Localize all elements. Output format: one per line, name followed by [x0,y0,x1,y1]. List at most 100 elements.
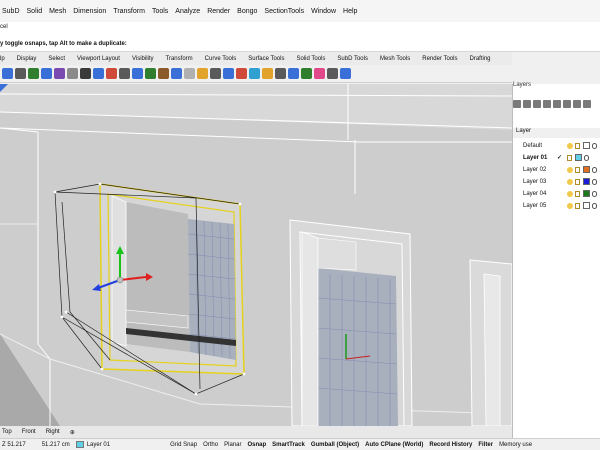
tab-mesh-tools[interactable]: Mesh Tools [380,56,410,62]
toolbar-tool-icon[interactable] [67,68,78,79]
status-toggle[interactable]: SmartTrack [272,442,305,448]
layer-color-swatch[interactable] [583,142,590,149]
new-sublayer-icon[interactable] [523,100,531,108]
layer-row[interactable]: Layer 04 [513,188,600,199]
menu-help[interactable]: Help [343,8,357,15]
layer-name[interactable]: Default [523,143,557,149]
layer-lock-icon[interactable] [575,202,580,209]
layer-name[interactable]: Layer 05 [523,203,557,209]
tab-visibility[interactable]: Visibility [132,56,154,62]
toolbar-tool-icon[interactable] [262,68,273,79]
status-toggle[interactable]: Memory use [499,442,532,448]
toolbar-tool-icon[interactable] [2,68,13,79]
toolbar-tool-icon[interactable] [340,68,351,79]
gumball-center[interactable] [116,276,124,284]
menu-tools[interactable]: Tools [152,8,168,15]
viewport-canvas[interactable] [0,84,512,426]
layer-tool-icon[interactable] [583,100,591,108]
layer-row[interactable]: Default [513,140,600,151]
toolbar-tool-icon[interactable] [41,68,52,79]
current-layer-swatch[interactable] [75,441,84,448]
menu-render[interactable]: Render [207,8,230,15]
duplicate-layer-icon[interactable] [543,100,551,108]
toolbar-tool-icon[interactable] [275,68,286,79]
layer-lock-icon[interactable] [575,142,580,149]
tab-select[interactable]: Select [48,56,65,62]
layer-name[interactable]: Layer 01 [523,155,557,161]
current-layer-name[interactable]: Layer 01 [87,442,110,448]
tab-display[interactable]: Display [17,56,37,62]
menu-analyze[interactable]: Analyze [175,8,200,15]
toolbar-tool-icon[interactable] [106,68,117,79]
toolbar-tool-icon[interactable] [288,68,299,79]
delete-layer-icon[interactable] [533,100,541,108]
status-toggle[interactable]: Gumball (Object) [311,442,359,448]
toolbar-tool-icon[interactable] [314,68,325,79]
layer-row[interactable]: Layer 01 ✓ [513,152,600,163]
toolbar-tool-icon[interactable] [301,68,312,79]
layer-row[interactable]: Layer 05 [513,200,600,211]
layer-color-swatch[interactable] [583,202,590,209]
add-viewport-icon[interactable]: ⊕ [70,429,75,436]
layer-material-icon[interactable] [584,154,589,161]
tab-lp[interactable]: lp [0,56,5,62]
toolbar-tool-icon[interactable] [28,68,39,79]
layer-row[interactable]: Layer 02 [513,164,600,175]
layer-visibility-icon[interactable] [567,142,573,149]
command-area[interactable]: cel y toggle osnaps, tap Alt to make a d… [0,22,600,52]
tab-top-view[interactable]: Top [2,429,12,435]
menu-mesh[interactable]: Mesh [49,8,66,15]
status-toggle[interactable]: Grid Snap [170,442,197,448]
tab-viewport-layout[interactable]: Viewport Layout [77,56,120,62]
status-toggle[interactable]: Osnap [247,442,266,448]
layer-name[interactable]: Layer 04 [523,191,557,197]
layer-color-swatch[interactable] [583,190,590,197]
layer-tool-icon[interactable] [573,100,581,108]
tab-front-view[interactable]: Front [22,429,36,435]
toolbar-tool-icon[interactable] [54,68,65,79]
menu-transform[interactable]: Transform [113,8,145,15]
toolbar-tool-icon[interactable] [119,68,130,79]
layer-material-icon[interactable] [592,178,597,185]
layer-visibility-icon[interactable] [567,190,573,197]
toolbar-tool-icon[interactable] [93,68,104,79]
menu-solid[interactable]: Solid [27,8,43,15]
layer-color-swatch[interactable] [583,178,590,185]
layer-name[interactable]: Layer 02 [523,167,557,173]
layer-color-swatch[interactable] [575,154,582,161]
layer-lock-icon[interactable] [575,190,580,197]
tab-surface-tools[interactable]: Surface Tools [248,56,284,62]
menu-bongo[interactable]: Bongo [237,8,257,15]
menu-dimension[interactable]: Dimension [73,8,106,15]
status-toggle[interactable]: Ortho [203,442,218,448]
toolbar-tool-icon[interactable] [197,68,208,79]
menu-subd[interactable]: SubD [2,8,20,15]
layer-visibility-icon[interactable] [567,166,573,173]
move-up-icon[interactable] [553,100,561,108]
tab-render-tools[interactable]: Render Tools [422,56,457,62]
tab-drafting[interactable]: Drafting [469,56,490,62]
toolbar-tool-icon[interactable] [249,68,260,79]
perspective-viewport[interactable] [0,84,512,426]
toolbar-tool-icon[interactable] [15,68,26,79]
status-toggle[interactable]: Record History [429,442,472,448]
status-toggle[interactable]: Filter [478,442,493,448]
toolbar-tool-icon[interactable] [171,68,182,79]
toolbar-tool-icon[interactable] [80,68,91,79]
layer-material-icon[interactable] [592,202,597,209]
toolbar-tool-icon[interactable] [210,68,221,79]
toolbar-tool-icon[interactable] [223,68,234,79]
toolbar-tool-icon[interactable] [145,68,156,79]
menu-window[interactable]: Window [311,8,336,15]
toolbar-tool-icon[interactable] [184,68,195,79]
menu-sectiontools[interactable]: SectionTools [264,8,304,15]
layer-material-icon[interactable] [592,190,597,197]
layer-name[interactable]: Layer 03 [523,179,557,185]
tab-subd-tools[interactable]: SubD Tools [337,56,368,62]
layer-lock-icon[interactable] [575,166,580,173]
layer-row[interactable]: Layer 03 [513,176,600,187]
layer-visibility-icon[interactable] [567,202,573,209]
tab-curve-tools[interactable]: Curve Tools [205,56,237,62]
toolbar-tool-icon[interactable] [158,68,169,79]
layer-material-icon[interactable] [592,166,597,173]
